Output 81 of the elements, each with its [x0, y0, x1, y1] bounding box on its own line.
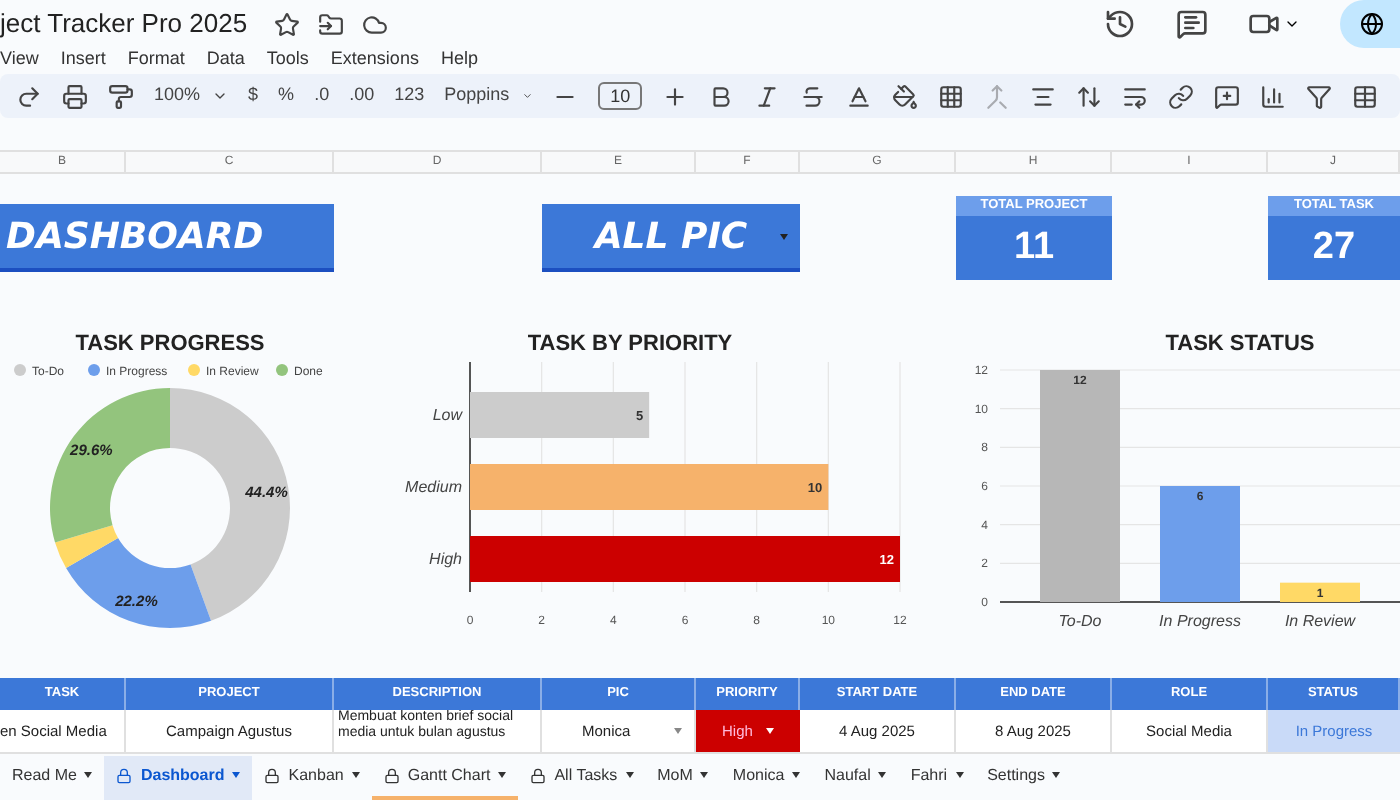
- globe-icon: [1360, 12, 1384, 36]
- pic-filter-dropdown[interactable]: ALL PIC: [542, 204, 800, 272]
- borders-icon[interactable]: [938, 83, 965, 109]
- dashboard-title: DASHBOARD: [0, 204, 334, 272]
- stat-value: 11: [1013, 224, 1055, 272]
- dropdown-arrow-icon[interactable]: [780, 233, 788, 239]
- align-icon[interactable]: [1030, 83, 1057, 109]
- strikethrough-icon[interactable]: [800, 83, 827, 109]
- link-icon[interactable]: [1168, 83, 1195, 109]
- lock-icon: [383, 767, 400, 783]
- paint-format-icon[interactable]: [108, 83, 134, 109]
- category-label: In Review: [1284, 612, 1356, 630]
- caret-icon[interactable]: [625, 772, 634, 778]
- zoom-dropdown[interactable]: 100%: [154, 82, 229, 110]
- number-format-button[interactable]: 123: [394, 82, 425, 110]
- category-label: High: [429, 550, 462, 568]
- history-icon[interactable]: [1104, 8, 1136, 40]
- sheet-tab[interactable]: All Tasks: [518, 755, 646, 799]
- sheet-tab[interactable]: Kanban: [252, 755, 372, 799]
- sheet-tab[interactable]: Gantt Chart: [371, 755, 519, 799]
- menu-item[interactable]: View: [0, 46, 39, 74]
- caret-icon[interactable]: [1052, 772, 1061, 778]
- menu-item[interactable]: Insert: [60, 46, 106, 74]
- comment-icon[interactable]: [1176, 8, 1208, 40]
- lock-icon: [116, 767, 133, 783]
- percent-button[interactable]: %: [278, 82, 295, 110]
- sheet-tab[interactable]: Settings: [975, 755, 1073, 799]
- caret-icon[interactable]: [498, 772, 507, 778]
- cloud-icon[interactable]: [361, 11, 388, 37]
- caret-icon[interactable]: [1284, 16, 1300, 32]
- caret-icon[interactable]: [212, 88, 229, 104]
- add-comment-icon[interactable]: [1214, 83, 1241, 109]
- lock-icon: [530, 767, 547, 783]
- italic-icon[interactable]: [754, 83, 781, 109]
- document-title[interactable]: ject Tracker Pro 2025: [0, 4, 248, 44]
- menu-item[interactable]: Format: [127, 46, 185, 74]
- text-color-icon[interactable]: [846, 83, 873, 109]
- filter-icon[interactable]: [1306, 83, 1333, 109]
- caret-icon[interactable]: [792, 772, 801, 778]
- dropdown-arrow-icon[interactable]: [674, 728, 682, 734]
- folder-icon[interactable]: [317, 11, 344, 37]
- sheet-tab[interactable]: MoM: [645, 755, 721, 799]
- wrap-icon[interactable]: [1122, 83, 1149, 109]
- caret-icon[interactable]: [351, 772, 360, 778]
- chart-title: TASK BY PRIORITY: [527, 332, 733, 356]
- stat-value: 27: [1312, 224, 1356, 272]
- sheet-tab[interactable]: Dashboard: [104, 755, 253, 799]
- star-icon[interactable]: [273, 11, 300, 37]
- sheet-tab[interactable]: Read Me: [0, 755, 105, 799]
- menu-item[interactable]: Data: [206, 46, 245, 74]
- caret-icon[interactable]: [878, 772, 887, 778]
- plus-icon[interactable]: [662, 83, 689, 109]
- vertical-align-icon[interactable]: [1076, 83, 1103, 109]
- bold-icon[interactable]: [708, 83, 735, 109]
- menu-item[interactable]: Tools: [266, 46, 309, 74]
- category-label: Low: [432, 406, 462, 424]
- menu-item[interactable]: Extensions: [330, 46, 419, 74]
- lock-icon: [264, 767, 281, 783]
- category-label: Medium: [405, 478, 462, 496]
- print-icon[interactable]: [62, 83, 88, 109]
- sheet-tab[interactable]: Fahri: [898, 755, 976, 799]
- share-button[interactable]: [1340, 0, 1400, 48]
- font-dropdown[interactable]: Poppins: [444, 82, 533, 110]
- font-size-field[interactable]: 10: [598, 82, 643, 110]
- currency-button[interactable]: $: [248, 82, 259, 110]
- caret-icon[interactable]: [84, 772, 93, 778]
- redo-icon[interactable]: [16, 83, 42, 109]
- category-label: In Progress: [1159, 612, 1241, 630]
- chart-icon[interactable]: [1260, 83, 1287, 109]
- category-label: To-Do: [1058, 612, 1102, 630]
- sheet-tab[interactable]: Monica: [720, 755, 813, 799]
- chart-title: TASK PROGRESS: [75, 332, 265, 356]
- menu-item[interactable]: Help: [440, 46, 478, 74]
- decrease-decimals-button[interactable]: .0: [314, 82, 330, 110]
- chart-title: TASK STATUS: [1165, 332, 1315, 356]
- fill-color-icon[interactable]: [892, 83, 919, 109]
- caret-icon[interactable]: [955, 772, 964, 778]
- caret-icon[interactable]: [700, 772, 709, 778]
- table-icon[interactable]: [1352, 83, 1379, 109]
- sheet-tab[interactable]: Naufal: [812, 755, 899, 799]
- increase-decimals-button[interactable]: .00: [349, 82, 375, 110]
